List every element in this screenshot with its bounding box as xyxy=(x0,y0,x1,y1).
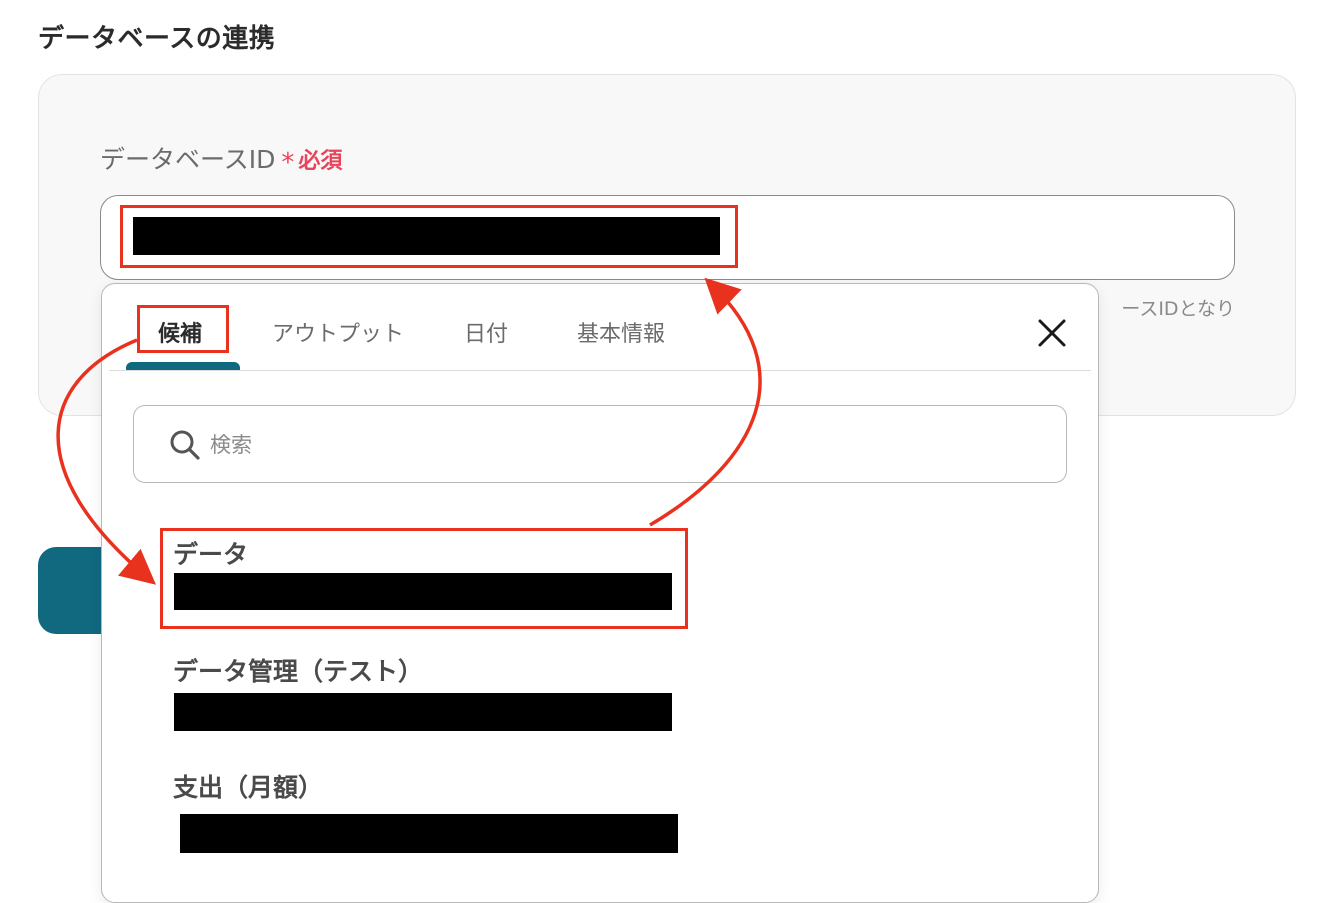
option-title: 支出（月額） xyxy=(173,773,324,802)
help-text: ースIDとなり xyxy=(1121,298,1235,320)
tab-date[interactable]: 日付 xyxy=(464,316,508,348)
redacted-option-value xyxy=(180,814,678,853)
close-icon[interactable] xyxy=(1035,316,1069,350)
required-badge: 必須 xyxy=(298,149,343,174)
tab-output[interactable]: アウトプット xyxy=(272,316,404,348)
search-icon xyxy=(168,428,202,462)
annotation-box-option xyxy=(160,528,688,629)
field-label: データベースID * 必須 xyxy=(100,140,343,178)
search-input[interactable] xyxy=(210,427,1010,463)
option-title: データ管理（テスト） xyxy=(173,657,424,686)
annotation-box-input xyxy=(120,205,738,268)
field-label-text: データベースID xyxy=(100,145,276,174)
section-title: データベースの連携 xyxy=(38,24,276,54)
tab-divider xyxy=(109,370,1091,371)
redacted-option-value xyxy=(174,693,672,731)
annotation-box-tab xyxy=(137,305,229,353)
required-asterisk: * xyxy=(281,148,295,178)
tab-basic-info[interactable]: 基本情報 xyxy=(577,316,665,348)
